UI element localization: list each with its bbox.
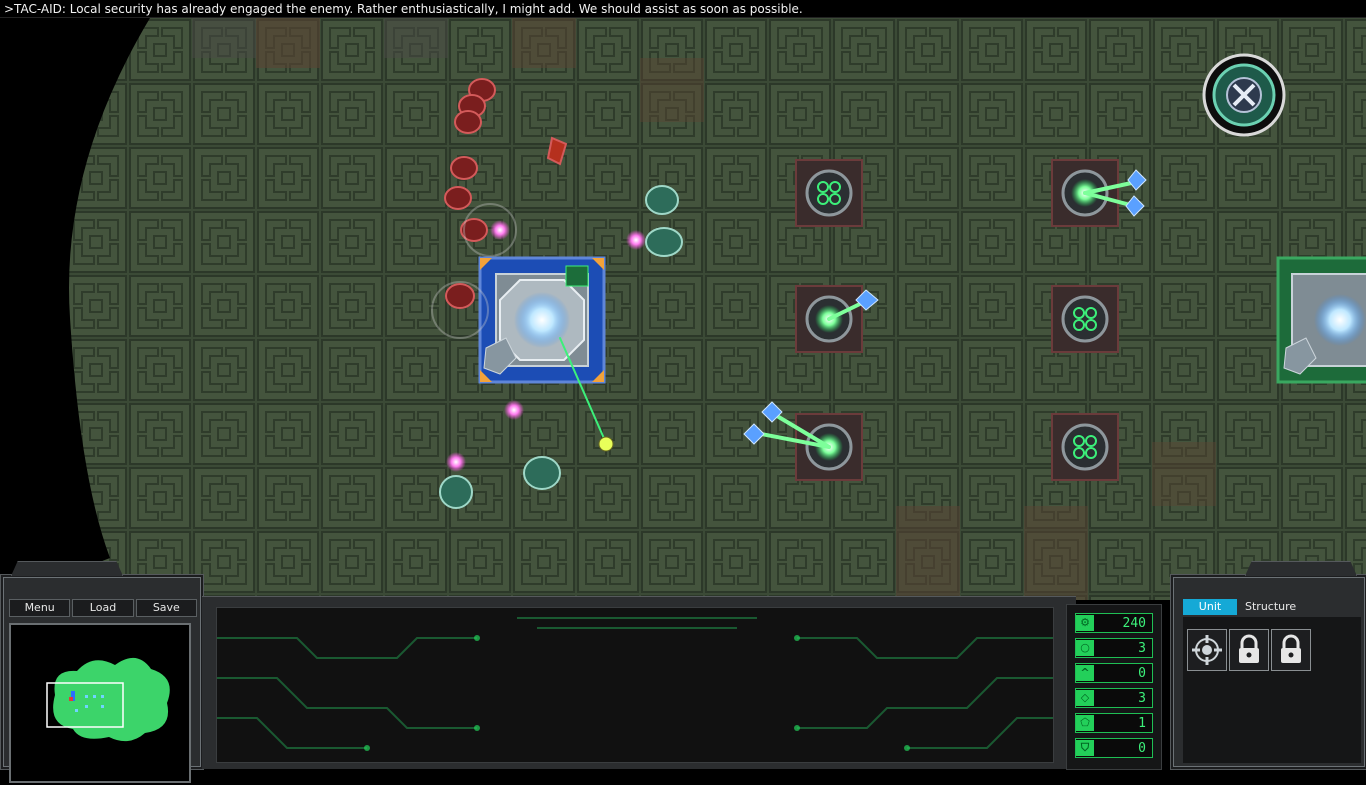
resource-chevron: ^ 0 xyxy=(1075,663,1153,683)
info-console xyxy=(216,607,1054,763)
menu-buttons: Menu Load Save xyxy=(9,599,197,617)
resource-value: 240 xyxy=(1122,615,1146,631)
resource-chip: ⚙ 240 xyxy=(1075,613,1153,633)
resource-value: 0 xyxy=(1138,740,1146,756)
objective-waypoint-icon xyxy=(1202,53,1286,137)
menu-button[interactable]: Menu xyxy=(9,599,71,617)
tac-aid-message: >TAC-AID: Local security has already eng… xyxy=(0,0,1366,18)
locked-build-slot-2[interactable] xyxy=(1271,629,1311,671)
chevron-up-icon: ^ xyxy=(1076,665,1094,681)
lock-icon xyxy=(1239,634,1259,663)
load-button[interactable]: Load xyxy=(72,599,134,617)
resource-value: 0 xyxy=(1138,665,1146,681)
hud: Menu Load Save ⚙ 240 ○ 3 ^ 0 ◇ 3 ⬠ 1 ⛉ 0… xyxy=(0,560,1366,783)
resource-value: 1 xyxy=(1138,715,1146,731)
resource-value: 3 xyxy=(1138,640,1146,656)
blue-base-structure xyxy=(478,256,606,384)
resource-diamond: ◇ 3 xyxy=(1075,688,1153,708)
locked-build-slot-1[interactable] xyxy=(1229,629,1269,671)
panel-notch xyxy=(1245,561,1357,576)
circle-icon: ○ xyxy=(1076,640,1094,656)
info-console-panel xyxy=(202,596,1076,769)
menu-minimap-panel: Menu Load Save xyxy=(0,561,204,783)
build-drone-button[interactable] xyxy=(1187,629,1227,671)
tab-structure[interactable]: Structure xyxy=(1237,599,1304,615)
minimap[interactable] xyxy=(9,623,191,783)
resource-panel: ⚙ 240 ○ 3 ^ 0 ◇ 3 ⬠ 1 ⛉ 0 xyxy=(1066,604,1162,770)
build-grid xyxy=(1183,617,1361,763)
build-tabs: Unit Structure xyxy=(1183,599,1304,615)
resource-shield: ⛉ 0 xyxy=(1075,738,1153,758)
resource-value: 3 xyxy=(1138,690,1146,706)
panel-notch xyxy=(11,561,123,576)
diamond-icon: ◇ xyxy=(1076,690,1094,706)
green-base-structure xyxy=(1276,256,1366,384)
resource-circle: ○ 3 xyxy=(1075,638,1153,658)
save-button[interactable]: Save xyxy=(135,599,197,617)
chip-icon: ⚙ xyxy=(1076,615,1094,631)
build-panel: Unit Structure xyxy=(1170,561,1366,770)
resource-pentagon: ⬠ 1 xyxy=(1075,713,1153,733)
game-map[interactable] xyxy=(0,18,1366,600)
lock-icon xyxy=(1281,634,1301,663)
tab-unit[interactable]: Unit xyxy=(1183,599,1237,615)
drone-build-icon xyxy=(1192,635,1222,665)
shield-icon: ⛉ xyxy=(1076,740,1094,756)
pentagon-icon: ⬠ xyxy=(1076,715,1094,731)
